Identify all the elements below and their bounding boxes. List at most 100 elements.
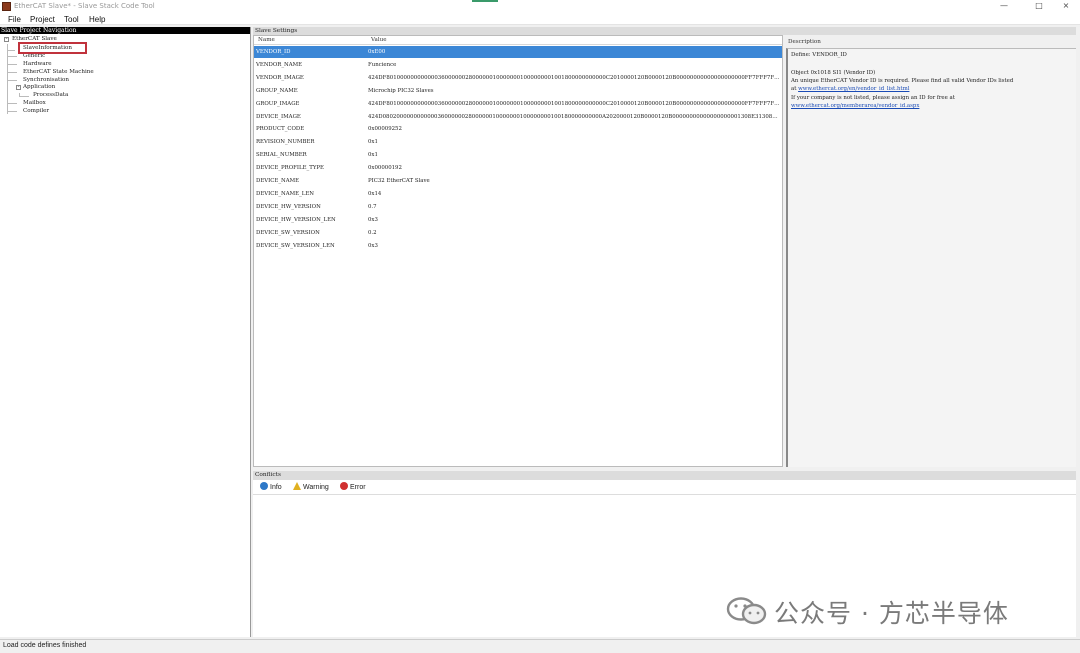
settings-row[interactable]: DEVICE_PROFILE_TYPE 0x00000192 [254, 162, 782, 174]
settings-row[interactable]: DEVICE_SW_VERSION 0.2 [254, 227, 782, 239]
title-accent [472, 0, 498, 2]
settings-row[interactable]: DEVICE_NAME PIC32 EtherCAT Slave [254, 175, 782, 187]
vendor-id-register-link[interactable]: www.ethercat.org/memberarea/vendor_id.as… [791, 103, 919, 110]
setting-name: GROUP_IMAGE [256, 100, 300, 107]
tab-error-label: Error [350, 484, 366, 491]
grid-header: Name Value [254, 36, 782, 45]
setting-value[interactable]: Funcience [368, 62, 780, 68]
setting-name: DEVICE_PROFILE_TYPE [256, 165, 324, 172]
setting-name: DEVICE_IMAGE [256, 113, 301, 120]
settings-row[interactable]: PRODUCT_CODE 0x00009252 [254, 123, 782, 135]
info-icon [260, 482, 268, 490]
tree-item-application[interactable]: Application [23, 84, 55, 91]
setting-name: DEVICE_SW_VERSION_LEN [256, 242, 335, 249]
description-object: Object 0x1018 SI1 (Vendor ID) [791, 70, 876, 76]
column-header-value[interactable]: Value [371, 37, 387, 43]
setting-name: VENDOR_NAME [256, 61, 303, 68]
status-bar: Load code defines finished [0, 639, 1080, 653]
settings-row[interactable]: VENDOR_IMAGE 424DF80100000000000036000000… [254, 72, 782, 84]
settings-row[interactable]: DEVICE_IMAGE 424D080200000000000036000000… [254, 111, 782, 123]
menu-tool[interactable]: Tool [64, 15, 79, 24]
settings-row[interactable]: DEVICE_HW_VERSION 0.7 [254, 201, 782, 213]
close-button[interactable]: × [1052, 0, 1080, 13]
setting-value[interactable]: 424DF80100000000000036000000280000001000… [368, 75, 780, 81]
settings-grid[interactable]: Name Value VENDOR_ID 0xE00 VENDOR_NAME Func… [253, 35, 783, 467]
setting-value[interactable]: 0.7 [368, 204, 780, 210]
setting-name: DEVICE_SW_VERSION [256, 229, 320, 236]
tree-connector [7, 50, 15, 51]
setting-value[interactable]: 0x3 [368, 243, 780, 249]
minimize-button[interactable]: — [990, 0, 1018, 13]
setting-name: GROUP_NAME [256, 87, 298, 94]
window-title: EtherCAT Slave* - Slave Stack Code Tool [14, 2, 155, 10]
menu-project[interactable]: Project [30, 15, 55, 24]
tree-connector [7, 111, 17, 112]
description-define: Define: VENDOR_ID [791, 52, 847, 58]
menu-help[interactable]: Help [89, 15, 105, 24]
setting-value[interactable]: PIC32 EtherCAT Slave [368, 178, 780, 184]
column-header-name[interactable]: Name [258, 37, 275, 43]
settings-row[interactable]: VENDOR_NAME Funcience [254, 59, 782, 71]
setting-value[interactable]: 0xE00 [368, 49, 780, 55]
setting-value[interactable]: Microchip PIC32 Slaves [368, 88, 780, 94]
tree-connector [7, 56, 17, 57]
nav-header: Slave Project Navigation [0, 27, 250, 34]
vendor-id-list-link[interactable]: www.ethercat.org/en/vendor_id_list.html [798, 86, 909, 92]
description-panel: Define: VENDOR_ID Object 0x1018 SI1 (Ven… [786, 48, 1076, 467]
project-navigation-panel: Slave Project Navigation - EtherCAT Slav… [0, 27, 251, 637]
setting-value[interactable]: 424D080200000000000036000000280000001000… [368, 114, 780, 120]
error-icon [340, 482, 348, 490]
settings-row[interactable]: GROUP_NAME Microchip PIC32 Slaves [254, 85, 782, 97]
description-text-2: If your company is not listed, please as… [791, 95, 955, 101]
status-text: Load code defines finished [3, 642, 87, 649]
setting-value[interactable]: 0x14 [368, 191, 780, 197]
maximize-button[interactable]: □ [1025, 0, 1053, 13]
tab-info-label: Info [270, 484, 282, 491]
settings-row[interactable]: VENDOR_ID 0xE00 [254, 46, 782, 58]
tree-item-compiler[interactable]: Compiler [23, 108, 49, 115]
menu-file[interactable]: File [8, 15, 21, 24]
tree-item-generic[interactable]: Generic [23, 53, 45, 60]
setting-name: VENDOR_ID [256, 49, 291, 55]
setting-value[interactable]: 0x1 [368, 139, 780, 145]
settings-row[interactable]: GROUP_IMAGE 424DF801000000000000360000002… [254, 98, 782, 110]
setting-value[interactable]: 424DF80100000000000036000000280000001000… [368, 101, 780, 107]
description-header: Description [788, 39, 821, 45]
conflicts-tabs: Info Warning Error [253, 480, 1076, 494]
title-bar: EtherCAT Slave* - Slave Stack Code Tool … [0, 0, 1080, 13]
setting-name: DEVICE_NAME_LEN [256, 190, 315, 197]
expand-toggle-application[interactable]: - [16, 85, 21, 90]
setting-value[interactable]: 0x00009252 [368, 126, 780, 132]
settings-row[interactable]: DEVICE_NAME_LEN 0x14 [254, 188, 782, 200]
tab-warning-label: Warning [303, 484, 329, 491]
setting-value[interactable]: 0.2 [368, 230, 780, 236]
setting-name: SERIAL_NUMBER [256, 152, 307, 159]
expand-toggle-root[interactable]: - [4, 37, 9, 42]
tree-item-hardware[interactable]: Hardware [23, 61, 52, 68]
tab-error[interactable]: Error [340, 482, 366, 492]
settings-row[interactable]: DEVICE_SW_VERSION_LEN 0x3 [254, 240, 782, 252]
settings-row[interactable]: DEVICE_HW_VERSION_LEN 0x3 [254, 214, 782, 226]
tab-info[interactable]: Info [260, 482, 282, 492]
setting-value[interactable]: 0x3 [368, 217, 780, 223]
settings-row[interactable]: SERIAL_NUMBER 0x1 [254, 149, 782, 161]
slave-settings-header: Slave Settings [253, 27, 1076, 35]
tree-item-ethercat-state-machine[interactable]: EtherCAT State Machine [23, 69, 94, 76]
watermark-text: 公众号 · 方芯半导体 [774, 599, 1009, 628]
setting-value[interactable]: 0x1 [368, 152, 780, 158]
description-link-line: at www.ethercat.org/en/vendor_id_list.ht… [791, 86, 909, 93]
setting-value[interactable]: 0x00000192 [368, 165, 780, 171]
setting-name: PRODUCT_CODE [256, 126, 305, 133]
tab-warning[interactable]: Warning [293, 482, 329, 492]
tree-item-processdata[interactable]: ProcessData [33, 92, 68, 99]
tree-connector [7, 72, 17, 73]
tree-connector [19, 96, 29, 97]
settings-row[interactable]: REVISION_NUMBER 0x1 [254, 136, 782, 148]
conflicts-header: Conflicts [253, 471, 1076, 480]
tree-item-mailbox[interactable]: Mailbox [23, 100, 46, 107]
tree-connector [7, 103, 17, 104]
annotation-highlight-box [18, 42, 87, 54]
tree-item-synchronisation[interactable]: Synchronisation [23, 77, 69, 84]
setting-name: VENDOR_IMAGE [256, 74, 304, 81]
setting-name: DEVICE_HW_VERSION_LEN [256, 216, 336, 223]
